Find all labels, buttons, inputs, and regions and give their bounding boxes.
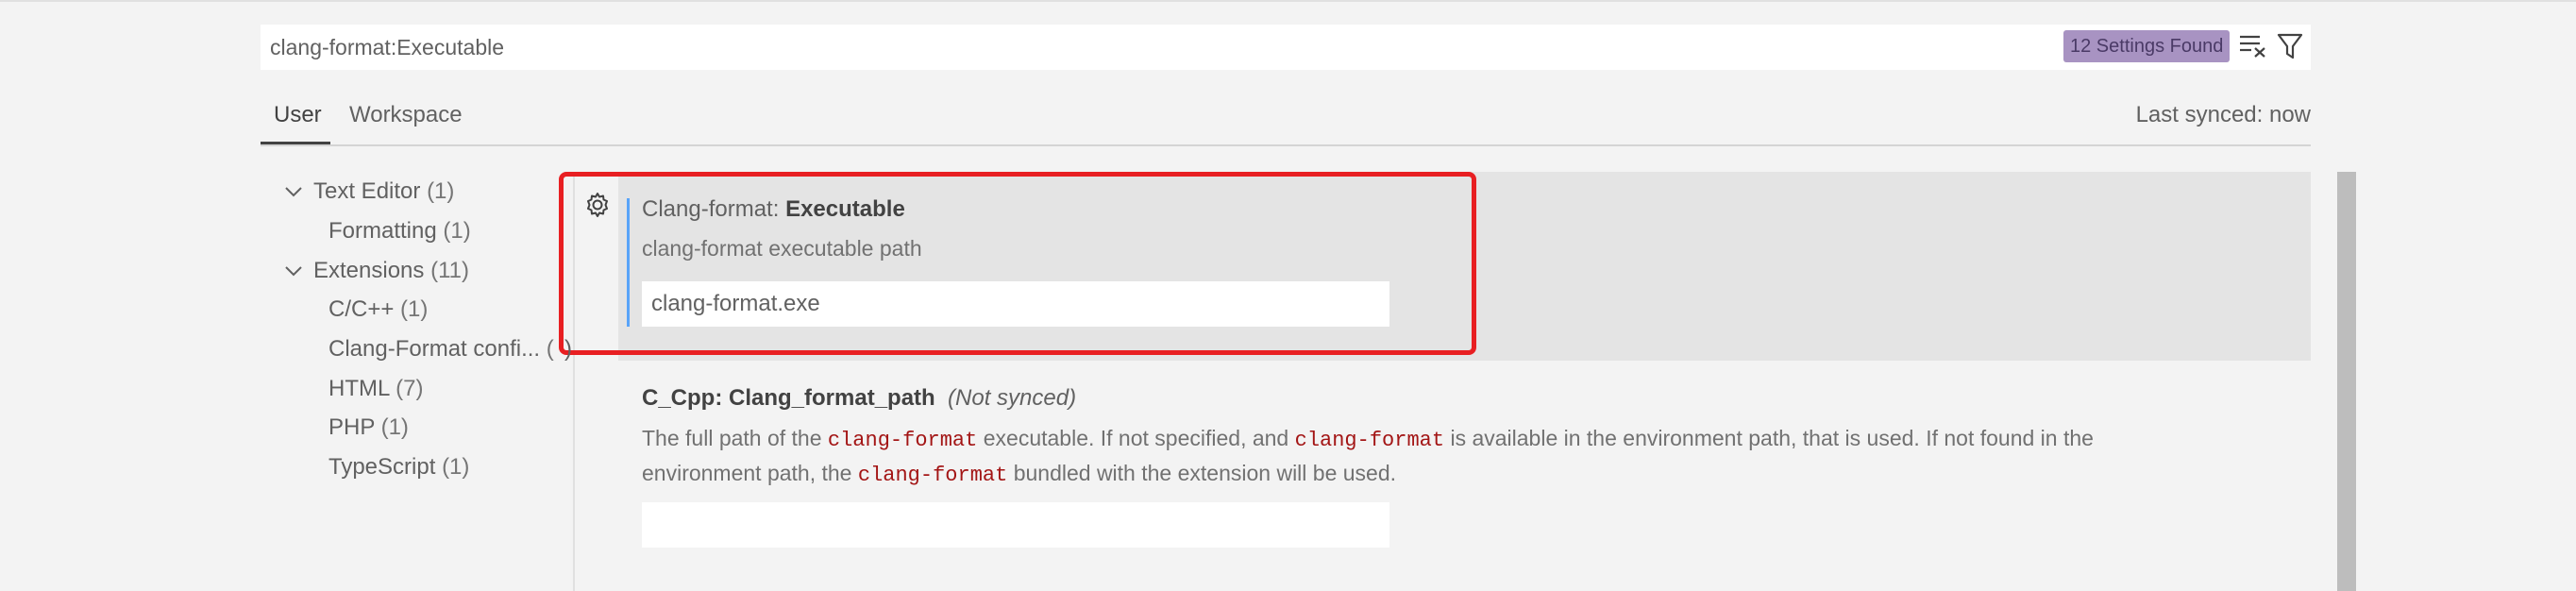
settings-found-badge: 12 Settings Found: [2063, 30, 2231, 62]
toc-item-label: Text Editor: [313, 178, 421, 204]
not-synced-note: (Not synced): [948, 385, 1077, 411]
inline-code: clang-format: [1294, 429, 1445, 452]
toc-item-count: (7): [396, 376, 424, 401]
toc-item-label: C/C++: [328, 296, 395, 322]
setting-category: C_Cpp:: [642, 385, 729, 411]
toc-item-count-tail: ): [564, 336, 572, 362]
filter-icon[interactable]: [2277, 32, 2303, 60]
toc-item-count: (1): [443, 218, 471, 244]
setting-title: C_Cpp: Clang_format_path (Not synced): [642, 385, 1076, 412]
toc-item-label: TypeScript: [328, 454, 436, 480]
toc-item-text-editor[interactable]: Text Editor (1): [313, 178, 454, 205]
setting-description: The full path of the clang-format execut…: [642, 426, 2094, 487]
tabs-divider: [261, 144, 2311, 146]
inline-code: clang-format: [827, 429, 978, 452]
toc-item-label: Extensions: [313, 258, 425, 283]
window-top-border: [0, 0, 2576, 2]
tab-workspace[interactable]: Workspace: [349, 102, 463, 128]
toc-item-html[interactable]: HTML (7): [328, 376, 423, 402]
settings-search-input[interactable]: [270, 25, 1969, 70]
inline-code: clang-format: [857, 464, 1008, 487]
toc-item-clang-format-config[interactable]: Clang-Format confi... (: [328, 336, 554, 363]
toc-item-count: (1): [427, 178, 455, 204]
toc-item-cpp[interactable]: C/C++ (1): [328, 296, 428, 323]
toc-item-count: (: [546, 336, 554, 362]
chevron-down-icon[interactable]: [283, 261, 304, 281]
scrollbar[interactable]: [2337, 172, 2356, 591]
toc-item-php[interactable]: PHP (1): [328, 414, 409, 441]
toc-item-label: Clang-Format confi...: [328, 336, 541, 362]
toc-item-count: (1): [442, 454, 470, 480]
highlight-box: [559, 172, 1476, 355]
toc-item-label: PHP: [328, 414, 375, 440]
toc-item-count: (1): [380, 414, 409, 440]
toc-item-formatting[interactable]: Formatting (1): [328, 218, 471, 245]
last-synced-status: Last synced: now: [2135, 102, 2311, 127]
clear-filter-icon[interactable]: [2239, 34, 2267, 59]
clang-format-path-input[interactable]: [642, 502, 1389, 548]
toc-item-extensions[interactable]: Extensions (11): [313, 258, 469, 284]
toc-item-label: HTML: [328, 376, 390, 401]
chevron-down-icon[interactable]: [283, 181, 304, 202]
toc-item-typescript[interactable]: TypeScript (1): [328, 454, 469, 481]
tab-user[interactable]: User: [274, 102, 322, 128]
toc-item-label: Formatting: [328, 218, 437, 244]
toc-item-count: (1): [400, 296, 429, 322]
toc-item-count: (11): [430, 258, 469, 283]
settings-search-bar[interactable]: [261, 25, 2311, 70]
setting-name: Clang_format_path: [729, 385, 935, 411]
